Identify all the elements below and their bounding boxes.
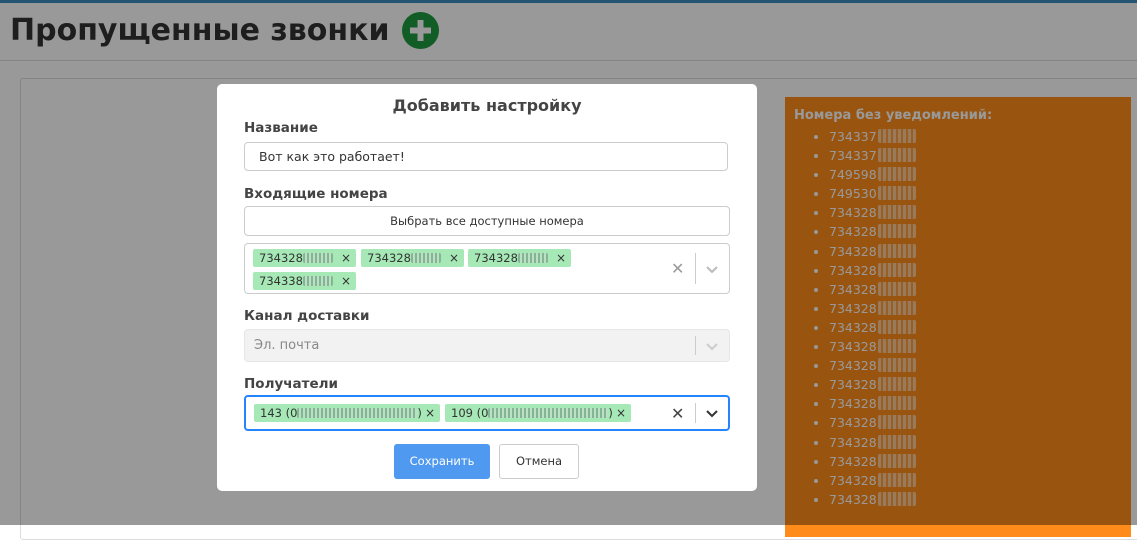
add-setting-modal: Добавить настройку Название Вот как это … xyxy=(217,84,757,491)
remove-tag-icon[interactable]: × xyxy=(556,249,566,267)
chevron-down-icon xyxy=(706,343,718,351)
remove-tag-icon[interactable]: × xyxy=(341,249,351,267)
recipient-tag: 143 (0) × xyxy=(254,404,440,422)
select-separator xyxy=(695,253,696,284)
select-separator xyxy=(695,336,696,355)
clear-icon[interactable]: ✕ xyxy=(671,404,684,424)
delivery-channel-select: Эл. почта xyxy=(244,329,730,362)
modal-title: Добавить настройку xyxy=(392,96,582,115)
chevron-down-icon[interactable] xyxy=(705,262,719,276)
select-separator xyxy=(695,403,696,423)
number-tag: 734328 × xyxy=(253,249,356,267)
recipients-label: Получатели xyxy=(244,376,338,392)
remove-tag-icon[interactable]: × xyxy=(616,404,626,422)
select-all-numbers-button[interactable]: Выбрать все доступные номера xyxy=(244,206,730,236)
number-tag: 734328 × xyxy=(361,249,464,267)
name-input[interactable]: Вот как это работает! xyxy=(244,142,728,171)
remove-tag-icon[interactable]: × xyxy=(425,404,435,422)
channel-placeholder: Эл. почта xyxy=(254,338,320,353)
number-tag: 734328 × xyxy=(468,249,571,267)
incoming-numbers-select[interactable]: 734328 × 734328 × 734328 × 734338 × ✕ xyxy=(244,243,730,294)
remove-tag-icon[interactable]: × xyxy=(341,272,351,290)
chevron-down-icon[interactable] xyxy=(705,406,719,420)
name-label: Название xyxy=(244,120,318,136)
remove-tag-icon[interactable]: × xyxy=(449,249,459,267)
number-tag: 734338 × xyxy=(253,272,356,290)
cancel-button[interactable]: Отмена xyxy=(499,444,579,479)
recipients-select[interactable]: 143 (0) × 109 (0) × ✕ xyxy=(244,395,730,431)
incoming-numbers-label: Входящие номера xyxy=(244,186,388,202)
delivery-channel-label: Канал доставки xyxy=(244,308,370,324)
recipient-tag: 109 (0) × xyxy=(445,404,631,422)
clear-icon[interactable]: ✕ xyxy=(671,259,684,279)
save-button[interactable]: Сохранить xyxy=(394,444,490,479)
